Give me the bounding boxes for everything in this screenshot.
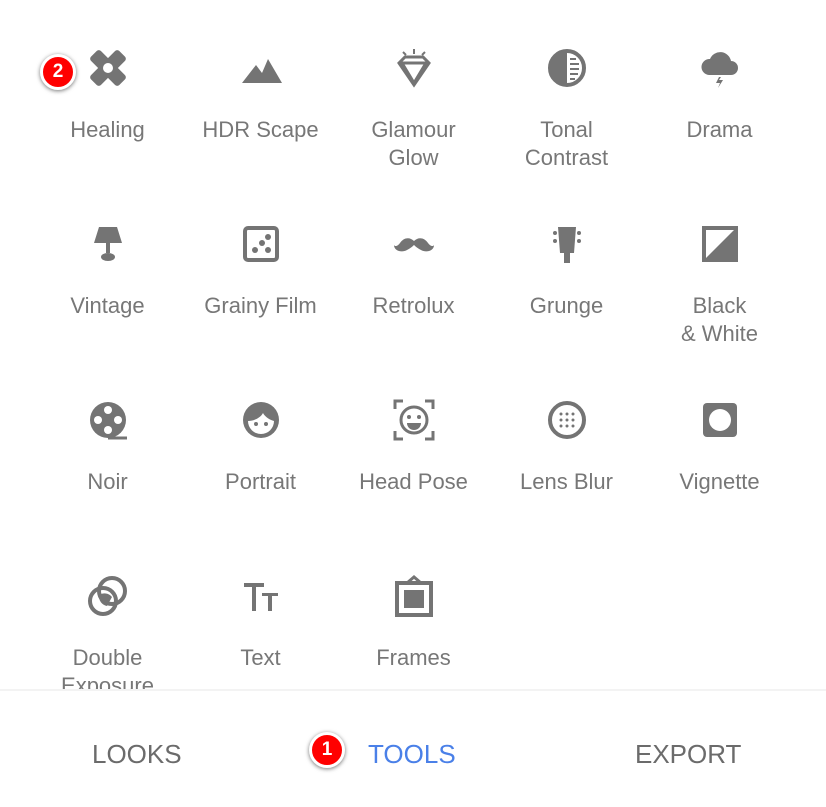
- face-icon: [240, 399, 282, 441]
- tool-label: Double Exposure: [61, 645, 154, 689]
- tool-label: Drama: [686, 117, 753, 142]
- tool-label: Glamour Glow: [371, 117, 456, 170]
- bottom-tab-bar: LOOKS 1 TOOLS EXPORT: [0, 689, 826, 807]
- lens-blur-icon: [546, 399, 588, 441]
- mustache-icon: [393, 223, 435, 265]
- vignette-icon: [699, 399, 741, 441]
- dice-icon: [240, 223, 282, 265]
- tool-label: Head Pose: [359, 469, 468, 494]
- tool-label: Frames: [376, 645, 451, 670]
- guitar-head-icon: [546, 223, 588, 265]
- tab-export[interactable]: EXPORT: [635, 739, 741, 770]
- tool-label: Vignette: [679, 469, 760, 494]
- tab-tools[interactable]: TOOLS: [368, 739, 456, 770]
- tool-label: Retrolux: [372, 293, 455, 318]
- film-reel-icon: [87, 399, 129, 441]
- frame-icon: [393, 575, 435, 617]
- tool-label: Noir: [87, 469, 128, 494]
- double-exposure-icon: [87, 575, 129, 617]
- black-white-icon: [699, 223, 741, 265]
- step-badge-2: 2: [40, 54, 76, 90]
- tool-label: Tonal Contrast: [524, 117, 609, 170]
- tool-label: Grunge: [529, 293, 604, 318]
- diamond-icon: [393, 47, 435, 89]
- mountains-icon: [240, 47, 282, 89]
- lamp-icon: [87, 223, 129, 265]
- tool-label: Lens Blur: [520, 469, 613, 494]
- tools-grid: Healing HDR Scape Glamour Glow Tonal Contra…: [0, 0, 826, 689]
- tab-looks[interactable]: LOOKS: [92, 739, 182, 770]
- step-badge-1: 1: [309, 732, 345, 768]
- tool-label: Text: [240, 645, 281, 670]
- face-frame-icon: [393, 399, 435, 441]
- tool-label: Grainy Film: [204, 293, 317, 318]
- tonal-contrast-icon: [546, 47, 588, 89]
- bandage-icon: [87, 47, 129, 89]
- tool-label: Portrait: [225, 469, 296, 494]
- tool-label: HDR Scape: [202, 117, 319, 142]
- tool-label: Vintage: [70, 293, 145, 318]
- storm-cloud-icon: [699, 47, 741, 89]
- text-icon: [240, 575, 282, 617]
- tool-label: Black & White: [680, 293, 759, 346]
- tool-label: Healing: [70, 117, 145, 142]
